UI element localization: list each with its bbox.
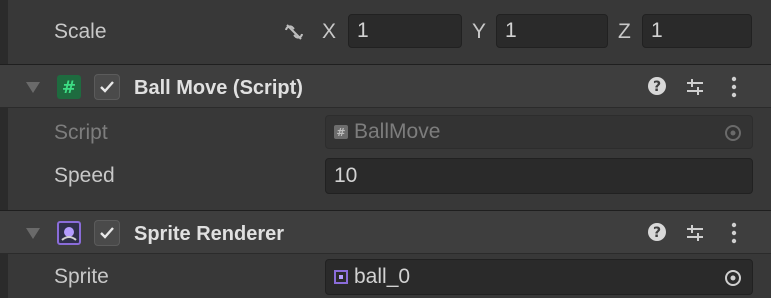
scale-y-value: 1 [505,19,517,42]
sprite-row: Sprite ball_0 [0,254,771,298]
sprite-label: Sprite [54,265,109,288]
kebab-menu-icon[interactable] [730,75,738,104]
scale-y-field[interactable]: 1 [496,14,608,48]
help-icon[interactable]: ? [647,76,667,101]
scale-z-label: Z [618,20,631,43]
help-icon[interactable]: ? [647,222,667,247]
ball-move-header[interactable]: # Ball Move (Script) ? [0,64,771,108]
speed-label: Speed [54,164,115,187]
scale-y-label: Y [472,20,487,43]
scale-x-label: X [322,20,337,43]
ball-move-enabled-checkbox[interactable] [94,74,120,100]
svg-text:#: # [62,78,76,98]
script-field: # BallMove [325,115,753,149]
presets-icon[interactable] [685,223,705,248]
speed-field[interactable]: 10 [325,158,753,194]
svg-text:?: ? [653,225,661,241]
sprite-renderer-header[interactable]: Sprite Renderer ? [0,210,771,254]
sprite-renderer-title: Sprite Renderer [134,223,285,245]
sprite-renderer-enabled-checkbox[interactable] [94,220,120,246]
scale-row: Scale X 1 Y 1 Z 1 [0,0,771,64]
script-row: Script # BallMove [0,108,771,154]
kebab-menu-icon[interactable] [730,221,738,250]
scale-z-value: 1 [651,19,663,42]
presets-icon[interactable] [685,77,705,102]
unlink-icon[interactable] [283,22,305,47]
svg-text:#: # [336,126,345,139]
object-picker-icon [724,124,742,148]
foldout-arrow-icon[interactable] [26,228,40,239]
script-file-icon: # [334,125,348,139]
scale-x-field[interactable]: 1 [348,14,462,48]
sprite-asset-icon [334,270,348,284]
sprite-renderer-icon [57,221,81,250]
object-picker-icon[interactable] [724,269,742,293]
script-label: Script [54,121,108,144]
ball-move-title: Ball Move (Script) [134,77,303,99]
svg-text:?: ? [653,79,661,95]
speed-row: Speed 10 [0,154,771,200]
sprite-field[interactable]: ball_0 [325,259,753,295]
scale-z-field[interactable]: 1 [642,14,752,48]
scale-label: Scale [54,20,107,43]
sprite-value: ball_0 [354,265,411,288]
script-icon: # [57,75,81,104]
foldout-arrow-icon[interactable] [26,82,40,93]
scale-x-value: 1 [357,19,369,42]
speed-value: 10 [334,164,358,187]
script-value: BallMove [354,120,441,143]
